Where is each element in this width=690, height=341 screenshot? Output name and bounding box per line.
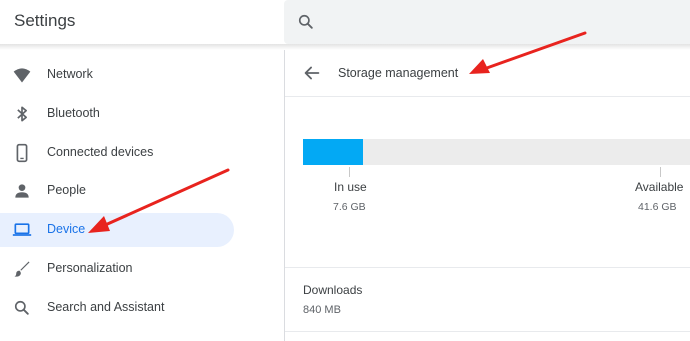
search-input[interactable] [284,0,690,44]
sidebar-item-label: Device [47,222,86,236]
sidebar-item-search-and-assistant[interactable]: Search and Assistant [0,291,234,325]
storage-usage-bar [303,139,690,165]
bluetooth-icon [17,106,27,122]
sidebar-item-label: Bluetooth [47,106,100,120]
sidebar-item-network[interactable]: Network [0,58,234,92]
available-label: Available [635,180,684,194]
sidebar-item-label: Search and Assistant [47,300,165,314]
sidebar-item-label: Connected devices [47,145,154,159]
page-title: Storage management [338,66,459,80]
sidebar-item-label: Personalization [47,261,133,275]
storage-usage-fill [303,139,363,165]
brush-icon [14,261,30,277]
in-use-label: In use [334,180,367,194]
person-icon [15,184,29,198]
downloads-value: 840 MB [303,304,341,316]
sidebar-item-bluetooth[interactable]: Bluetooth [0,97,234,131]
in-use-value: 7.6 GB [333,201,366,213]
divider [285,331,690,332]
phone-icon [16,143,28,163]
divider [285,96,690,97]
sidebar-item-label: People [47,183,86,197]
main-panel: Storage management In use 7.6 GB Availab… [285,50,690,341]
sidebar-item-device[interactable]: Device [0,213,234,247]
storage-tick-available [660,167,661,177]
sidebar-item-label: Network [47,67,93,81]
back-arrow-icon[interactable] [301,62,323,84]
downloads-label: Downloads [303,283,363,297]
wifi-icon [13,68,31,83]
available-value: 41.6 GB [638,201,677,213]
sidebar-item-people[interactable]: People [0,174,234,208]
app-title: Settings [14,11,76,30]
search-icon [298,14,313,29]
laptop-icon [12,223,32,236]
sidebar-item-connected-devices[interactable]: Connected devices [0,136,234,170]
sidebar-item-personalization[interactable]: Personalization [0,252,234,286]
header: Settings [0,0,690,44]
search-icon [14,300,29,315]
sidebar: Network Bluetooth Connected devices Peop… [0,50,284,341]
divider [285,267,690,268]
storage-tick-in-use [349,167,350,177]
